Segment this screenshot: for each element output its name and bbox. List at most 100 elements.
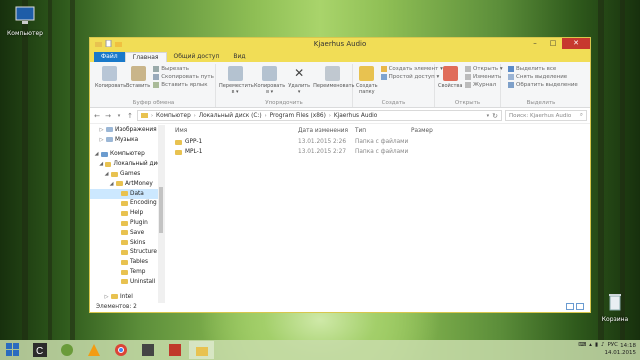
nav-tree-item[interactable]: Skins — [90, 238, 164, 248]
nav-tree-item[interactable]: ▷ Изображения — [90, 125, 164, 135]
taskbar-app-6[interactable] — [162, 341, 187, 359]
nav-tree-item[interactable]: ▷ Музыка — [90, 135, 164, 145]
nav-tree-item[interactable]: ◢ ArtMoney — [90, 179, 164, 189]
breadcrumb-kjaerhus[interactable]: Kjaerhus Audio — [334, 113, 378, 119]
expand-arrow-icon[interactable]: ▷ — [99, 137, 104, 143]
maximize-button[interactable]: □ — [544, 38, 562, 49]
nav-tree-item[interactable]: Tables — [90, 257, 164, 267]
start-button[interactable] — [0, 341, 25, 359]
taskbar-app-2[interactable] — [54, 341, 79, 359]
new-item-icon — [380, 66, 387, 72]
address-bar[interactable]: › Компьютер › Локальный диск (C:) › Prog… — [137, 110, 502, 121]
column-type[interactable]: Тип — [355, 128, 411, 134]
title-bar[interactable]: Kjaerhus Audio – □ ✕ — [90, 38, 590, 51]
tab-view[interactable]: Вид — [226, 52, 252, 62]
clipboard-group-label: Буфер обмена — [132, 100, 175, 106]
up-button[interactable]: ↑ — [126, 112, 134, 120]
nav-tree-item[interactable]: Uninstall — [90, 277, 164, 287]
expand-arrow-icon[interactable]: ◢ — [94, 151, 99, 157]
tray-chevron-icon[interactable]: ▴ — [589, 342, 592, 348]
easy-access-button[interactable]: Простой доступ ▾ — [380, 74, 443, 80]
tab-file[interactable]: Файл — [94, 52, 125, 62]
history-dropdown[interactable]: ▾ — [115, 113, 123, 119]
history-button[interactable]: Журнал — [465, 82, 503, 88]
taskbar-app-5[interactable] — [135, 341, 160, 359]
select-none-button[interactable]: Снять выделение — [508, 74, 578, 80]
nav-tree-item[interactable]: Data — [90, 188, 164, 199]
app-dark-icon — [141, 344, 154, 356]
nav-tree-item[interactable]: Plugin — [90, 218, 164, 228]
nav-tree-item[interactable]: Temp — [90, 267, 164, 277]
clock-time: 14:18 — [620, 343, 636, 349]
expand-arrow-icon[interactable]: ◢ — [109, 181, 114, 187]
keyboard-icon[interactable]: ⌨ — [578, 342, 586, 348]
nav-tree-item[interactable]: Structure — [90, 248, 164, 258]
invert-selection-icon — [508, 82, 514, 88]
nav-tree-item[interactable]: Help — [90, 208, 164, 218]
large-icons-view-icon[interactable] — [576, 303, 584, 310]
file-row[interactable]: GPP-1 13.01.2015 2:26 Папка с файлами — [165, 137, 590, 147]
back-button[interactable]: ← — [93, 112, 101, 120]
nav-scrollbar[interactable] — [158, 125, 164, 303]
folder-icon — [106, 127, 113, 133]
desktop-computer-icon[interactable]: Компьютер — [2, 6, 48, 37]
cut-button[interactable]: Вырезать — [153, 66, 214, 72]
tab-share[interactable]: Общий доступ — [167, 52, 227, 62]
forward-button[interactable]: → — [104, 112, 112, 120]
tab-home[interactable]: Главная — [124, 52, 167, 62]
select-all-button[interactable]: Выделить все — [508, 66, 578, 72]
copy-icon — [101, 66, 117, 81]
invert-selection-button[interactable]: Обратить выделение — [508, 82, 578, 88]
edit-button[interactable]: Изменить — [465, 74, 503, 80]
nav-tree-item[interactable]: ◢ Компьютер — [90, 150, 164, 160]
refresh-icon[interactable]: ↻ — [492, 112, 498, 120]
column-date[interactable]: Дата изменения — [298, 128, 355, 134]
breadcrumb-program-files[interactable]: Program Files (x86) — [270, 113, 326, 119]
navigation-pane[interactable]: ▷ Изображения ▷ Музыка ◢ Компьютер ◢ Локальный … — [90, 125, 165, 303]
open-group-label: Открыть — [454, 100, 481, 106]
folder-location-icon — [141, 112, 148, 120]
address-row: ← → ▾ ↑ › Компьютер › Локальный диск (C:… — [90, 108, 590, 124]
column-name[interactable]: Имя — [175, 128, 298, 134]
desktop-recycle-bin[interactable]: Корзина — [592, 292, 638, 323]
nav-tree-label: Изображения — [115, 126, 157, 133]
breadcrumb-computer[interactable]: Компьютер — [156, 113, 191, 119]
nav-tree-item[interactable]: ◢ Games — [90, 169, 164, 179]
ribbon-tabs: Файл Главная Общий доступ Вид — [90, 51, 590, 62]
details-view-icon[interactable] — [566, 303, 574, 310]
folder-icon — [121, 240, 128, 246]
copy-to-icon — [262, 66, 278, 81]
clock[interactable]: 14:18 14.01.2015 — [605, 343, 637, 357]
column-size[interactable]: Размер — [411, 128, 451, 134]
expand-arrow-icon[interactable]: ▷ — [104, 294, 109, 300]
nav-scrollbar-thumb[interactable] — [159, 187, 163, 233]
open-button[interactable]: Открыть ▾ — [465, 66, 503, 72]
expand-arrow-icon[interactable]: ▷ — [99, 127, 104, 133]
nav-tree-item[interactable]: Encoding — [90, 199, 164, 209]
network-icon[interactable]: ▮ — [595, 342, 598, 348]
properties-big-icon — [442, 66, 458, 81]
address-dropdown-icon[interactable]: ▾ — [487, 113, 490, 119]
taskbar-app-3[interactable] — [81, 341, 106, 359]
nav-tree-item[interactable]: Save — [90, 228, 164, 238]
breadcrumb-local-disk[interactable]: Локальный диск (C:) — [199, 113, 262, 119]
nav-tree-item[interactable]: ◢ Локальный диск — [90, 159, 164, 169]
paste-shortcut-button[interactable]: Вставить ярлык — [153, 82, 214, 88]
close-button[interactable]: ✕ — [562, 38, 590, 49]
minimize-button[interactable]: – — [526, 38, 544, 49]
taskbar-app-1[interactable]: C — [27, 341, 52, 359]
taskbar-explorer[interactable] — [189, 341, 214, 359]
file-list[interactable]: Имя Дата изменения Тип Размер GPP-1 13.01… — [165, 125, 590, 303]
file-row[interactable]: MPL-1 13.01.2015 2:27 Папка с файлами — [165, 147, 590, 157]
new-item-button[interactable]: Создать элемент ▾ — [380, 66, 443, 72]
expand-arrow-icon[interactable]: ◢ — [104, 171, 109, 177]
folder-icon — [121, 259, 128, 265]
taskbar-chrome[interactable] — [108, 341, 133, 359]
copy-path-button[interactable]: Скопировать путь — [153, 74, 214, 80]
search-input[interactable]: Поиск: Kjaerhus Audio — [509, 113, 571, 119]
folder-icon — [121, 269, 128, 275]
expand-arrow-icon[interactable]: ◢ — [99, 161, 103, 167]
paste-icon — [130, 66, 146, 81]
select-all-icon — [508, 66, 514, 72]
search-box[interactable]: Поиск: Kjaerhus Audio ⌕ — [505, 110, 587, 121]
